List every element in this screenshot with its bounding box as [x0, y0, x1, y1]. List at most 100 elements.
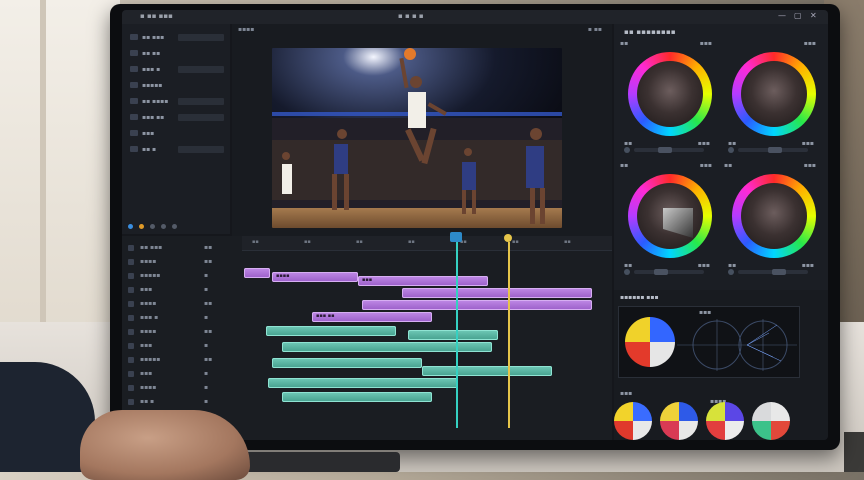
wheel-header: ▪▪▪ [724, 40, 820, 48]
media-item[interactable]: ▪▪▪ ▪▪ [130, 112, 224, 122]
track-header[interactable]: ▪▪▪ ▪ [128, 342, 238, 350]
color-wheel-center[interactable] [637, 61, 703, 127]
wheel-slider[interactable] [634, 147, 704, 153]
monitor: ▪ ▪▪ ▪▪▪ ▪ ▪ ▪ ▪ — ▢ ✕ ▪▪ ▪▪▪ ▪▪ ▪▪ ▪▪▪ … [110, 4, 840, 450]
media-item[interactable]: ▪▪ ▪▪▪▪ [130, 96, 224, 106]
minimize-button[interactable]: — [778, 12, 786, 20]
vectorscope[interactable]: ▪▪▪ [618, 306, 800, 378]
wheel-slider[interactable] [634, 269, 704, 275]
wheel-header: ▪▪ ▪▪▪ [620, 40, 716, 48]
scopes-title: ▪▪▪▪▪▪ ▪▪▪ [620, 294, 659, 301]
video-clip[interactable] [402, 288, 592, 298]
media-toolbar-dot[interactable] [172, 224, 177, 229]
track-header[interactable]: ▪▪▪ ▪ ▪ [128, 314, 238, 322]
color-swatch[interactable] [614, 402, 652, 440]
audio-clip[interactable] [282, 392, 432, 402]
media-toolbar-dot[interactable] [150, 224, 155, 229]
in-marker-handle[interactable] [504, 234, 512, 242]
media-item-field[interactable] [178, 97, 224, 105]
playhead[interactable] [456, 242, 458, 428]
video-clip[interactable]: ▪▪▪ ▪▪ [312, 312, 432, 322]
track-header[interactable]: ▪▪▪▪▪ ▪▪ [128, 356, 238, 364]
reset-icon[interactable] [624, 147, 630, 153]
viewer-label-right: ▪ ▪▪ [587, 26, 602, 33]
track-name: ▪▪▪▪▪ [140, 356, 161, 363]
color-grading-panel: ▪▪ ▪▪▪▪▪▪▪▪ ▪▪ ▪▪▪ ▪▪ ▪▪▪ ▪▪▪ ▪▪ ▪▪▪ ▪▪ … [614, 24, 828, 290]
track-header[interactable]: ▪▪▪ ▪ [128, 286, 238, 294]
wheel-controls: ▪▪ ▪▪▪ [728, 140, 820, 154]
media-toolbar-dot[interactable] [161, 224, 166, 229]
reset-icon[interactable] [728, 147, 734, 153]
video-frame[interactable] [272, 48, 562, 228]
track-header[interactable]: ▪▪ ▪▪▪ ▪▪ [128, 244, 238, 252]
color-wheel[interactable] [732, 174, 816, 258]
color-wheel[interactable] [628, 174, 712, 258]
media-item[interactable]: ▪▪▪▪▪ [130, 80, 162, 90]
media-item[interactable]: ▪▪ ▪▪▪ [130, 32, 224, 42]
ruler-tick-label: ▪▪ [252, 239, 259, 245]
in-marker[interactable] [508, 242, 510, 428]
media-item[interactable]: ▪▪▪ ▪ [130, 64, 224, 74]
video-clip[interactable]: ▪▪▪▪ [272, 272, 358, 282]
playhead-handle[interactable] [450, 232, 462, 242]
wheel-controls: ▪▪ ▪▪▪ [624, 140, 716, 154]
video-clip[interactable] [362, 300, 592, 310]
media-item-field[interactable] [178, 33, 224, 41]
media-item[interactable]: ▪▪ ▪ [130, 144, 224, 154]
track-header[interactable]: ▪▪▪▪▪▪ [128, 328, 238, 336]
audio-clip[interactable] [282, 342, 492, 352]
timeline-ruler[interactable]: ▪▪ ▪▪ ▪▪ ▪▪ ▪▪ ▪▪ ▪▪ [242, 236, 612, 251]
media-item[interactable]: ▪▪ ▪▪ [130, 48, 160, 58]
color-wheel-center[interactable] [741, 183, 807, 249]
color-wheel-center[interactable] [637, 183, 703, 249]
track-name: ▪▪▪ [140, 286, 153, 293]
track-header[interactable]: ▪▪▪▪ ▪ [128, 384, 238, 392]
audio-clip[interactable] [266, 326, 396, 336]
wheel-slider[interactable] [738, 269, 808, 275]
slider-knob[interactable] [768, 147, 782, 153]
media-toolbar-dot[interactable] [139, 224, 144, 229]
wheel-header-value: ▪▪▪ [803, 162, 816, 169]
track-icon [128, 245, 134, 251]
video-clip[interactable] [244, 268, 270, 278]
track-icon [128, 329, 134, 335]
media-item[interactable]: ▪▪▪ [130, 128, 154, 138]
media-item-label: ▪▪▪▪▪ [142, 81, 163, 89]
slider-knob[interactable] [658, 147, 672, 153]
audio-clip[interactable] [268, 378, 458, 388]
clip-icon [130, 130, 138, 136]
track-header[interactable]: ▪▪ ▪ ▪ [128, 398, 238, 406]
color-wheel[interactable] [732, 52, 816, 136]
slider-knob[interactable] [772, 269, 786, 275]
track-header[interactable]: ▪▪▪▪▪▪ [128, 272, 238, 280]
media-toolbar-dot[interactable] [128, 224, 133, 229]
reset-icon[interactable] [624, 269, 630, 275]
media-item-field[interactable] [178, 65, 224, 73]
track-icon [128, 259, 134, 265]
audio-clip[interactable] [422, 366, 552, 376]
person-hand [80, 410, 250, 480]
media-item-field[interactable] [178, 113, 224, 121]
track-value: ▪ [204, 272, 209, 279]
wheel-slider[interactable] [738, 147, 808, 153]
color-swatch[interactable] [752, 402, 790, 440]
color-wheel[interactable] [628, 52, 712, 136]
color-swatch[interactable] [706, 402, 744, 440]
track-header[interactable]: ▪▪▪▪▪▪ [128, 300, 238, 308]
slider-knob[interactable] [654, 269, 668, 275]
color-wheel-center[interactable] [741, 61, 807, 127]
media-item-field[interactable] [178, 145, 224, 153]
video-clip[interactable]: ▪▪▪ [358, 276, 488, 286]
track-value: ▪ [204, 286, 209, 293]
track-name: ▪▪▪ [140, 342, 153, 349]
track-icon [128, 301, 134, 307]
audio-clip[interactable] [408, 330, 498, 340]
track-header[interactable]: ▪▪▪▪▪▪ [128, 258, 238, 266]
audio-clip[interactable] [272, 358, 422, 368]
reset-icon[interactable] [728, 269, 734, 275]
close-button[interactable]: ✕ [810, 12, 818, 20]
track-header[interactable]: ▪▪▪ ▪ [128, 370, 238, 378]
track-value: ▪▪ [204, 300, 213, 307]
color-swatch[interactable] [660, 402, 698, 440]
maximize-button[interactable]: ▢ [794, 12, 802, 20]
